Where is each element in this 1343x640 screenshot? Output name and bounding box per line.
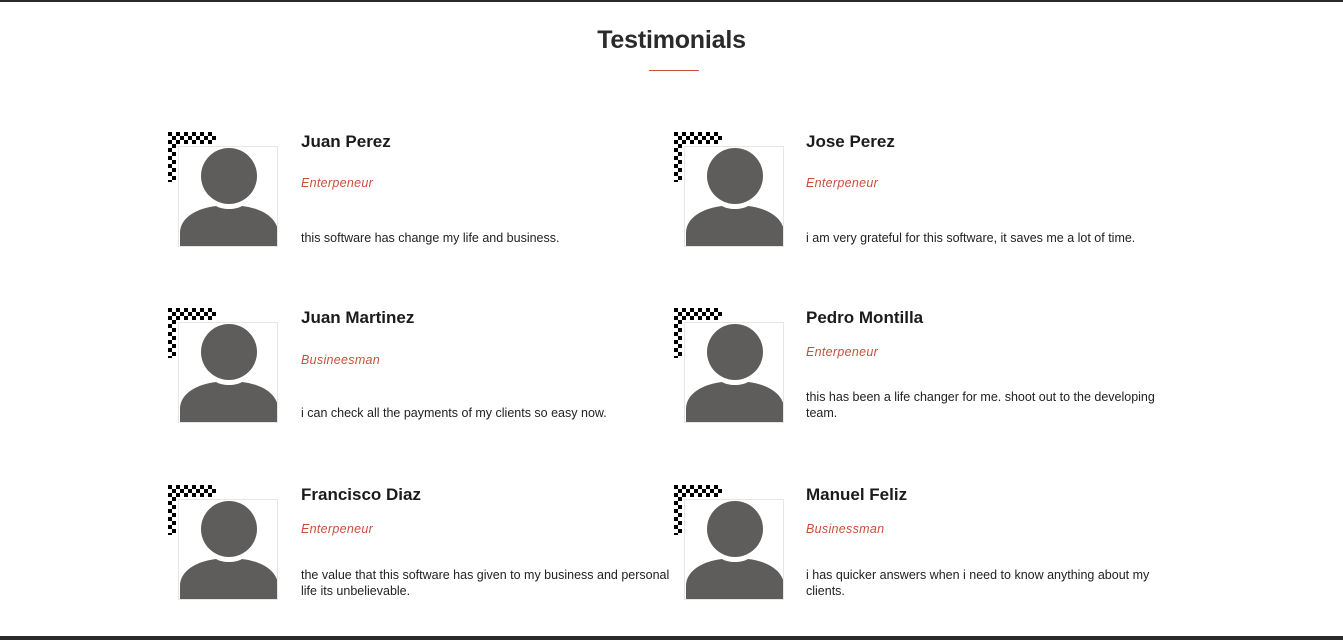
user-avatar-icon — [684, 322, 784, 423]
testimonial-card: Francisco Diaz Enterpeneur the value tha… — [168, 485, 669, 605]
user-avatar-icon — [178, 322, 278, 423]
avatar — [674, 132, 786, 250]
avatar — [674, 485, 786, 603]
testimonial-name: Jose Perez — [806, 132, 895, 151]
testimonial-role: Enterpeneur — [301, 522, 374, 536]
avatar — [168, 485, 280, 603]
testimonial-name: Juan Perez — [301, 132, 391, 151]
testimonial-role: Businessman — [806, 522, 885, 536]
testimonial-card: Juan Perez Enterpeneur this software has… — [168, 132, 668, 252]
testimonial-role: Enterpeneur — [806, 176, 879, 190]
section-title: Testimonials — [597, 26, 746, 54]
testimonial-quote: this software has change my life and bus… — [301, 231, 560, 245]
testimonial-card: Pedro Montilla Enterpeneur this has been… — [674, 308, 1174, 428]
testimonial-name: Juan Martinez — [301, 308, 415, 327]
testimonial-card: Juan Martinez Busineesman i can check al… — [168, 308, 668, 428]
testimonial-quote: i am very grateful for this software, it… — [806, 231, 1136, 245]
testimonial-card: Jose Perez Enterpeneur i am very gratefu… — [674, 132, 1174, 252]
user-avatar-icon — [684, 146, 784, 247]
avatar — [168, 308, 280, 426]
testimonial-role: Busineesman — [301, 353, 381, 367]
avatar — [674, 308, 786, 426]
title-underline — [649, 70, 699, 71]
user-avatar-icon — [684, 499, 784, 600]
user-avatar-icon — [178, 499, 278, 600]
testimonial-quote: this has been a life changer for me. sho… — [806, 390, 1155, 420]
testimonial-role: Enterpeneur — [301, 176, 374, 190]
testimonial-card: Manuel Feliz Businessman i has quicker a… — [674, 485, 1174, 605]
testimonial-name: Francisco Diaz — [301, 485, 421, 504]
avatar — [168, 132, 280, 250]
testimonial-name: Pedro Montilla — [806, 308, 924, 327]
testimonial-quote: the value that this software has given t… — [301, 568, 670, 598]
testimonials-page: Testimonials Juan Perez Enterpeneur this… — [0, 0, 1343, 640]
testimonial-role: Enterpeneur — [806, 345, 879, 359]
testimonial-quote: i has quicker answers when i need to kno… — [806, 568, 1150, 598]
testimonial-name: Manuel Feliz — [806, 485, 908, 504]
testimonial-quote: i can check all the payments of my clien… — [301, 406, 607, 420]
user-avatar-icon — [178, 146, 278, 247]
